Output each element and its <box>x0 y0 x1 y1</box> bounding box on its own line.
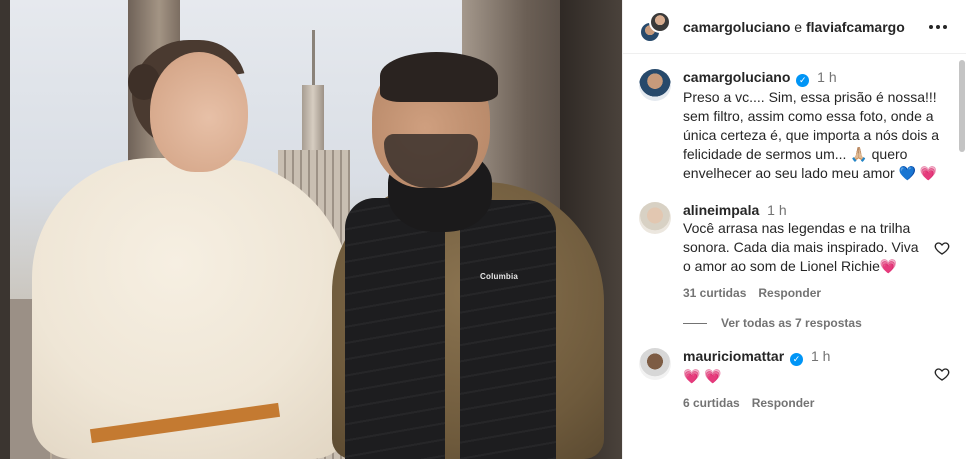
blue-heart-emoji: 💙 <box>898 165 917 181</box>
collab-avatars[interactable] <box>639 10 671 43</box>
post-caption: camargoluciano ✓ 1 h Preso a vc.... Sim,… <box>639 69 950 183</box>
comment-text: 💗 💗 <box>683 368 722 384</box>
avatar[interactable] <box>649 10 671 33</box>
avatar[interactable] <box>639 69 671 101</box>
more-dot-icon <box>929 24 933 29</box>
likes-count[interactable]: 31 curtidas <box>683 286 746 300</box>
heart-outline-icon <box>934 368 950 381</box>
comment-time[interactable]: 1 h <box>767 202 786 218</box>
view-replies-button[interactable]: Ver todas as 7 respostas <box>683 316 950 330</box>
like-button[interactable] <box>926 202 950 256</box>
caption-time[interactable]: 1 h <box>817 69 836 85</box>
comment-time[interactable]: 1 h <box>811 348 830 364</box>
collaborator-username-link[interactable]: flaviafcamargo <box>806 19 905 35</box>
avatar[interactable] <box>639 348 671 380</box>
comment-username[interactable]: alineimpala <box>683 202 759 218</box>
more-dot-icon <box>943 24 947 29</box>
caption-text: Preso a vc.... Sim, essa prisão é nossa!… <box>683 89 940 181</box>
connector-text: e <box>794 18 803 35</box>
verified-badge-icon: ✓ <box>790 353 804 366</box>
comment-text: Você arrasa nas legendas e na trilha son… <box>683 220 919 274</box>
comment-username[interactable]: mauriciomattar <box>683 348 784 364</box>
post-header: camargoluciano e flaviafcamargo <box>623 0 966 54</box>
author-username-link[interactable]: camargoluciano <box>683 19 790 35</box>
comments-list[interactable]: camargoluciano ✓ 1 h Preso a vc.... Sim,… <box>623 55 966 459</box>
collab-authors: camargoluciano e flaviafcamargo <box>683 19 905 35</box>
comments-panel: camargoluciano e flaviafcamargo camargol… <box>622 0 966 459</box>
pink-heart-emoji: 💗 <box>879 258 898 274</box>
post-photo[interactable]: Columbia <box>0 0 622 459</box>
more-options-button[interactable] <box>926 15 950 39</box>
reply-button[interactable]: Responder <box>752 396 815 410</box>
pink-heart-emoji: 💗 <box>919 165 938 181</box>
verified-badge-icon: ✓ <box>796 74 810 87</box>
more-dot-icon <box>936 24 940 29</box>
like-button[interactable] <box>926 348 950 382</box>
brand-logo-text: Columbia <box>480 272 519 281</box>
likes-count[interactable]: 6 curtidas <box>683 396 740 410</box>
comment: alineimpala 1 h Você arrasa nas legendas… <box>639 202 950 300</box>
post-view: Columbia camargoluciano e flaviafcamargo <box>0 0 966 459</box>
avatar[interactable] <box>639 202 671 234</box>
heart-outline-icon <box>934 242 950 255</box>
comment: mauriciomattar ✓ 1 h 💗 💗 6 curtidas Resp… <box>639 348 950 410</box>
caption-username[interactable]: camargoluciano <box>683 69 790 85</box>
divider <box>683 322 707 324</box>
reply-button[interactable]: Responder <box>758 286 821 300</box>
